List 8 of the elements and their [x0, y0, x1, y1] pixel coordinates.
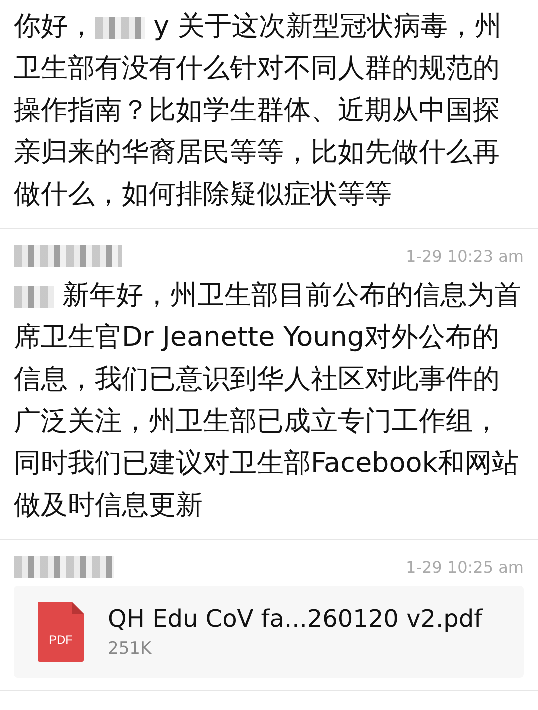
file-name: QH Edu CoV fa...260120 v2.pdf: [108, 605, 483, 633]
message-text: 新年好，州卫生部目前公布的信息为首席卫生官Dr Jeanette Young对外公布的信息，我们已意识到华人社区对此事件的广泛关注，州卫生部已成立专门工作组，同时我们已建议对卫生部Facebook和网站做及时信息更新: [14, 279, 522, 523]
message-time: 1-29 10:23 am: [406, 246, 524, 266]
file-size: 251K: [108, 639, 153, 659]
message-time: 1-29 10:25 am: [406, 558, 524, 576]
message-text: 你好， y 关于这次新型冠状病毒，州卫生部有没有什么针对不同人群的规范的操作指南？比如学生群体、近期从中国探亲归来的华裔居民等等，比如先做什么再做什么，如何排除疑似症状等等: [14, 10, 504, 212]
pdf-file-icon: PDF: [38, 602, 84, 662]
file-attachment[interactable]: PDF QH Edu CoV fa...260120 v2.pdf 251K: [14, 586, 524, 678]
